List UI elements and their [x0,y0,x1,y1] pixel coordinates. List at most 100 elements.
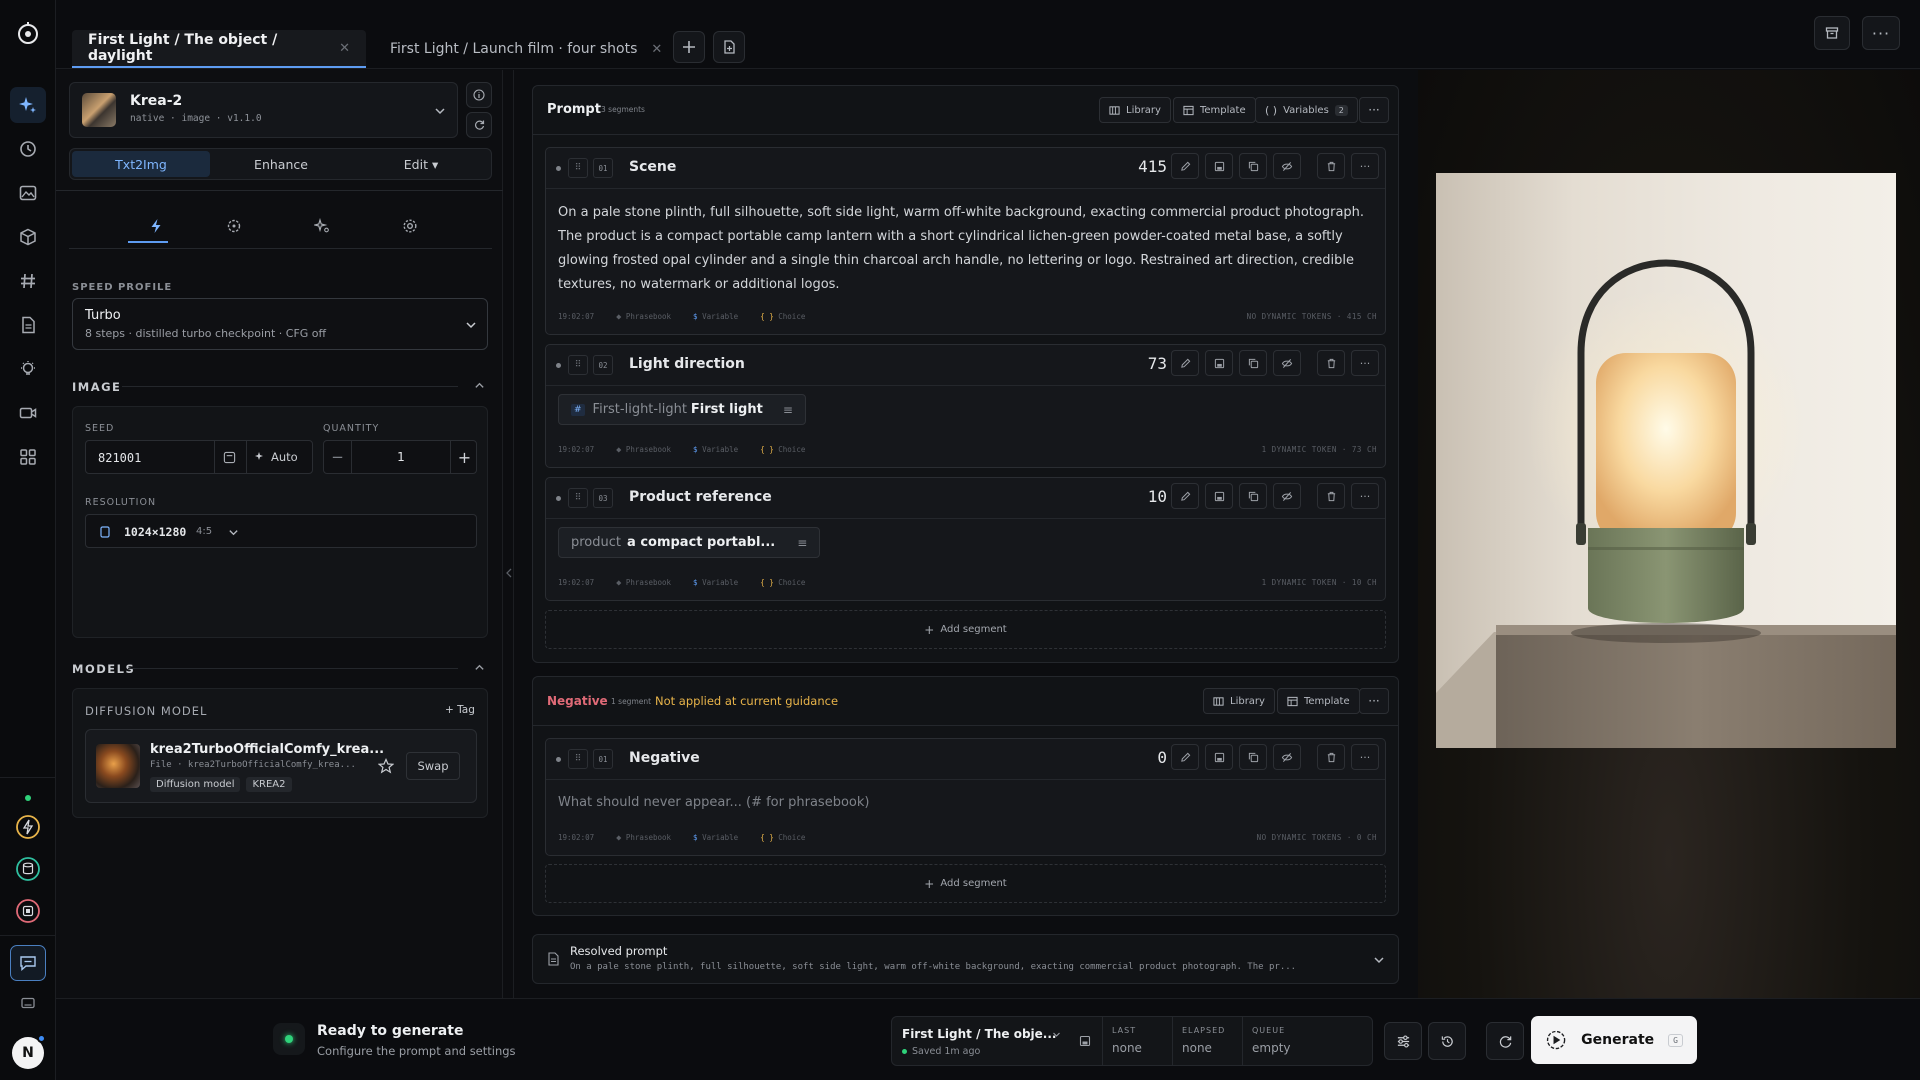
segment-title[interactable]: Light direction [629,356,745,372]
hide-eye-icon[interactable] [1273,483,1301,509]
new-tab-button[interactable] [673,31,705,63]
tab-txt2img[interactable]: Txt2Img [72,151,210,177]
segment-title[interactable]: Scene [629,159,676,175]
drag-handle-icon[interactable]: ⠿ [568,355,588,375]
phrasebook-link[interactable]: ⬥ Phrasebook [616,312,671,322]
new-document-button[interactable] [713,31,745,63]
negative-library-button[interactable]: Library [1203,688,1275,714]
variable-link[interactable]: $ Variable [693,578,738,588]
segment-text[interactable]: On a pale stone plinth, full silhouette,… [558,201,1373,297]
variable-link[interactable]: $ Variable [693,312,738,322]
variable-link[interactable]: $ Variable [693,833,738,843]
generate-sparkle-icon[interactable] [10,87,46,123]
variables-button[interactable]: ( ) Variables 2 [1255,97,1358,123]
resolution-select[interactable]: 1024×1280 4:5 [85,514,477,548]
history-clock-icon[interactable] [10,131,46,167]
more-menu-button[interactable]: ··· [1862,16,1900,50]
chevron-down-icon[interactable] [1052,1030,1061,1039]
save-icon[interactable] [1205,153,1233,179]
history-button[interactable] [1428,1022,1466,1060]
save-icon[interactable] [1205,483,1233,509]
menu-lines-icon[interactable]: ≡ [783,403,793,417]
template-button[interactable]: Template [1173,97,1256,123]
delete-trash-icon[interactable] [1317,350,1345,376]
edit-pencil-icon[interactable] [1171,153,1199,179]
hide-eye-icon[interactable] [1273,744,1301,770]
variable-link[interactable]: $ Variable [693,445,738,455]
video-camera-icon[interactable] [10,395,46,431]
quantity-decrement-button[interactable]: − [324,441,352,473]
delete-trash-icon[interactable] [1317,744,1345,770]
segment-more-icon[interactable]: ··· [1351,744,1379,770]
phrasebook-link[interactable]: ⬥ Phrasebook [616,445,671,455]
quick-settings-bolt-icon[interactable] [148,218,168,238]
keyboard-icon[interactable] [10,985,46,1021]
enhance-sparkle-icon[interactable] [314,218,334,238]
model-selector[interactable]: Krea-2 native · image · v1.1.0 [69,82,458,138]
delete-trash-icon[interactable] [1317,483,1345,509]
drag-handle-icon[interactable]: ⠿ [568,158,588,178]
negative-text-input[interactable]: What should never appear... (# for phras… [558,795,869,810]
add-prompt-segment-button[interactable]: + Add segment [545,610,1386,649]
segment-more-icon[interactable]: ··· [1351,350,1379,376]
negative-more-button[interactable]: ··· [1359,688,1389,714]
quantity-input[interactable]: 1 [352,450,450,464]
menu-lines-icon[interactable]: ≡ [797,536,807,550]
power-status-icon[interactable] [10,809,46,845]
close-icon[interactable]: ✕ [651,42,662,57]
choice-link[interactable]: { } Choice [760,578,805,588]
duplicate-icon[interactable] [1239,350,1267,376]
phrasebook-token-chip[interactable]: # First-light-light First light ≡ [558,394,806,425]
lora-dial-icon[interactable] [226,218,246,238]
close-icon[interactable]: ✕ [339,41,350,56]
hide-eye-icon[interactable] [1273,153,1301,179]
panel-resize-handle[interactable] [503,70,514,998]
save-icon[interactable] [1205,350,1233,376]
choice-link[interactable]: { } Choice [760,445,805,455]
library-button[interactable]: Library [1099,97,1171,123]
choice-link[interactable]: { } Choice [760,312,805,322]
phrasebook-hash-icon[interactable] [10,263,46,299]
chevron-up-icon[interactable] [474,662,485,673]
tab-enhance[interactable]: Enhance [212,151,350,177]
duplicate-icon[interactable] [1239,483,1267,509]
generated-image[interactable] [1436,173,1896,748]
add-negative-segment-button[interactable]: + Add segment [545,864,1386,903]
archive-button[interactable] [1814,16,1850,50]
ideas-bulb-icon[interactable] [10,351,46,387]
storage-status-icon[interactable] [10,851,46,887]
advanced-gear-icon[interactable] [402,218,422,238]
prompt-more-button[interactable]: ··· [1359,97,1389,123]
edit-pencil-icon[interactable] [1171,350,1199,376]
drag-handle-icon[interactable]: ⠿ [568,749,588,769]
choice-link[interactable]: { } Choice [760,833,805,843]
add-tag-button[interactable]: + Tag [445,704,475,716]
quantity-increment-button[interactable]: + [450,441,478,473]
model-refresh-button[interactable] [466,112,492,138]
regenerate-button[interactable] [1486,1022,1524,1060]
seed-input[interactable]: 821001 [98,451,141,465]
save-icon[interactable] [1205,744,1233,770]
delete-trash-icon[interactable] [1317,153,1345,179]
segment-more-icon[interactable]: ··· [1351,483,1379,509]
job-name[interactable]: First Light / The obje... [902,1027,1056,1041]
app-logo-icon[interactable] [10,15,46,51]
phrasebook-link[interactable]: ⬥ Phrasebook [616,833,671,843]
dice-icon[interactable] [223,451,236,464]
chevron-up-icon[interactable] [474,380,485,391]
hide-eye-icon[interactable] [1273,350,1301,376]
seed-auto-button[interactable]: Auto [254,450,298,464]
model-info-button[interactable] [466,82,492,108]
edit-pencil-icon[interactable] [1171,744,1199,770]
gallery-image-icon[interactable] [10,175,46,211]
swap-model-button[interactable]: Swap [406,752,460,780]
duplicate-icon[interactable] [1239,153,1267,179]
phrasebook-link[interactable]: ⬥ Phrasebook [616,578,671,588]
segment-more-icon[interactable]: ··· [1351,153,1379,179]
speed-profile-select[interactable]: Turbo 8 steps · distilled turbo checkpoi… [72,298,488,350]
segment-title[interactable]: Product reference [629,489,772,505]
tab-edit[interactable]: Edit ▾ [352,151,490,177]
negative-template-button[interactable]: Template [1277,688,1360,714]
gpu-status-icon[interactable] [10,893,46,929]
tab-first-light-daylight[interactable]: First Light / The object / daylight ✕ [72,30,366,68]
